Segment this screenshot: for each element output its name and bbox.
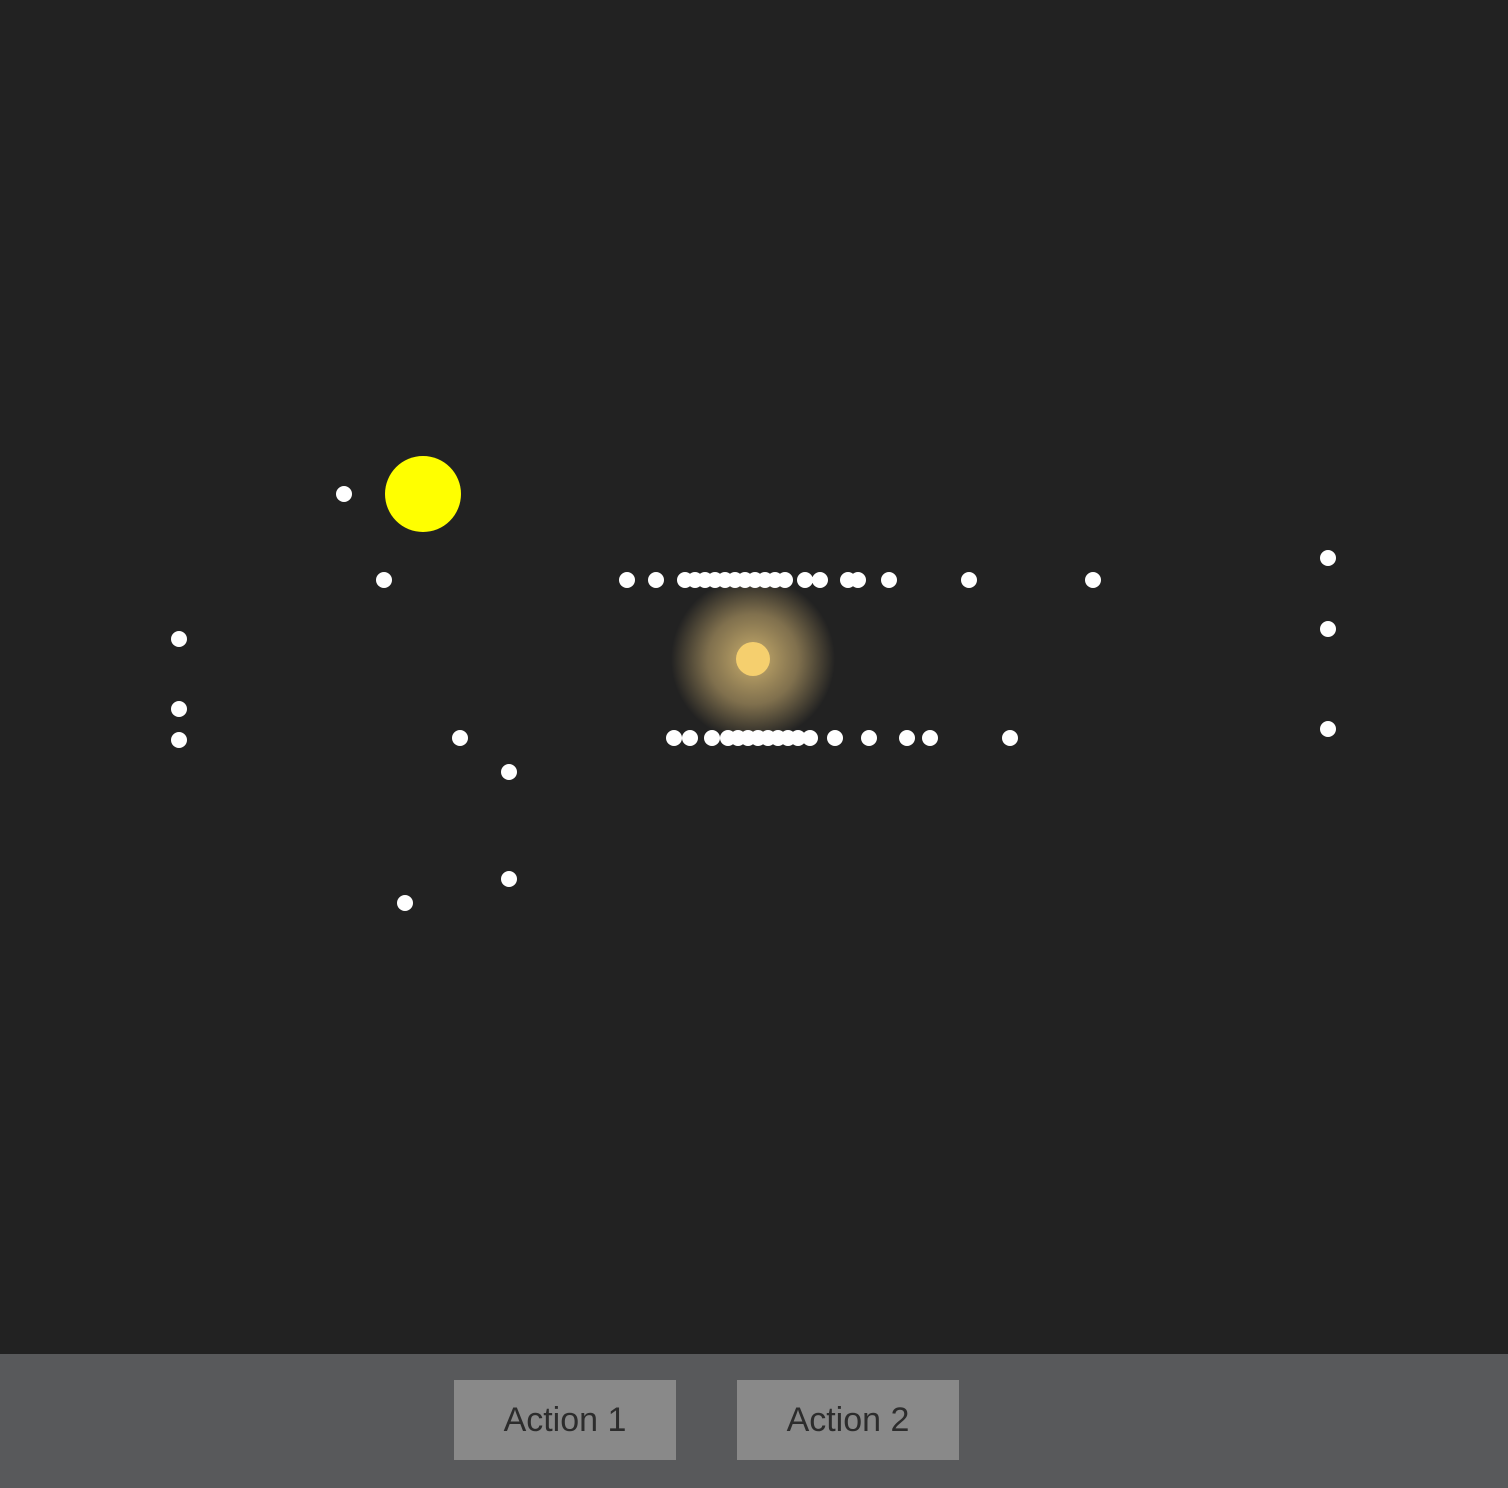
pellet-icon — [704, 730, 720, 746]
pellet-icon — [827, 730, 843, 746]
pellet-icon — [171, 631, 187, 647]
game-window: Action 1 Action 2 — [0, 0, 1508, 1488]
pellet-icon — [797, 572, 813, 588]
player-icon[interactable] — [385, 456, 461, 532]
pellet-icon — [501, 871, 517, 887]
pellet-icon — [1002, 730, 1018, 746]
pellet-icon — [648, 572, 664, 588]
pellet-icon — [1085, 572, 1101, 588]
pellet-icon — [899, 730, 915, 746]
pellet-icon — [1320, 550, 1336, 566]
action-2-button[interactable]: Action 2 — [737, 1380, 959, 1460]
pellet-icon — [619, 572, 635, 588]
pellet-icon — [1320, 621, 1336, 637]
pellet-icon — [812, 572, 828, 588]
pellet-icon — [850, 572, 866, 588]
pellet-icon — [861, 730, 877, 746]
pellet-icon — [802, 730, 818, 746]
pellet-icon — [171, 732, 187, 748]
game-canvas[interactable] — [0, 0, 1508, 1354]
pellet-icon — [1320, 721, 1336, 737]
pellet-icon — [961, 572, 977, 588]
pellet-icon — [666, 730, 682, 746]
action-1-button[interactable]: Action 1 — [454, 1380, 676, 1460]
pellet-icon — [397, 895, 413, 911]
pellet-icon — [376, 572, 392, 588]
pellet-icon — [336, 486, 352, 502]
pellet-icon — [452, 730, 468, 746]
pellet-icon — [501, 764, 517, 780]
pellet-icon — [682, 730, 698, 746]
light-source-icon[interactable] — [736, 642, 770, 676]
pellet-icon — [881, 572, 897, 588]
action-toolbar: Action 1 Action 2 — [0, 1354, 1508, 1488]
pellet-icon — [922, 730, 938, 746]
pellet-icon — [171, 701, 187, 717]
pellet-icon — [777, 572, 793, 588]
